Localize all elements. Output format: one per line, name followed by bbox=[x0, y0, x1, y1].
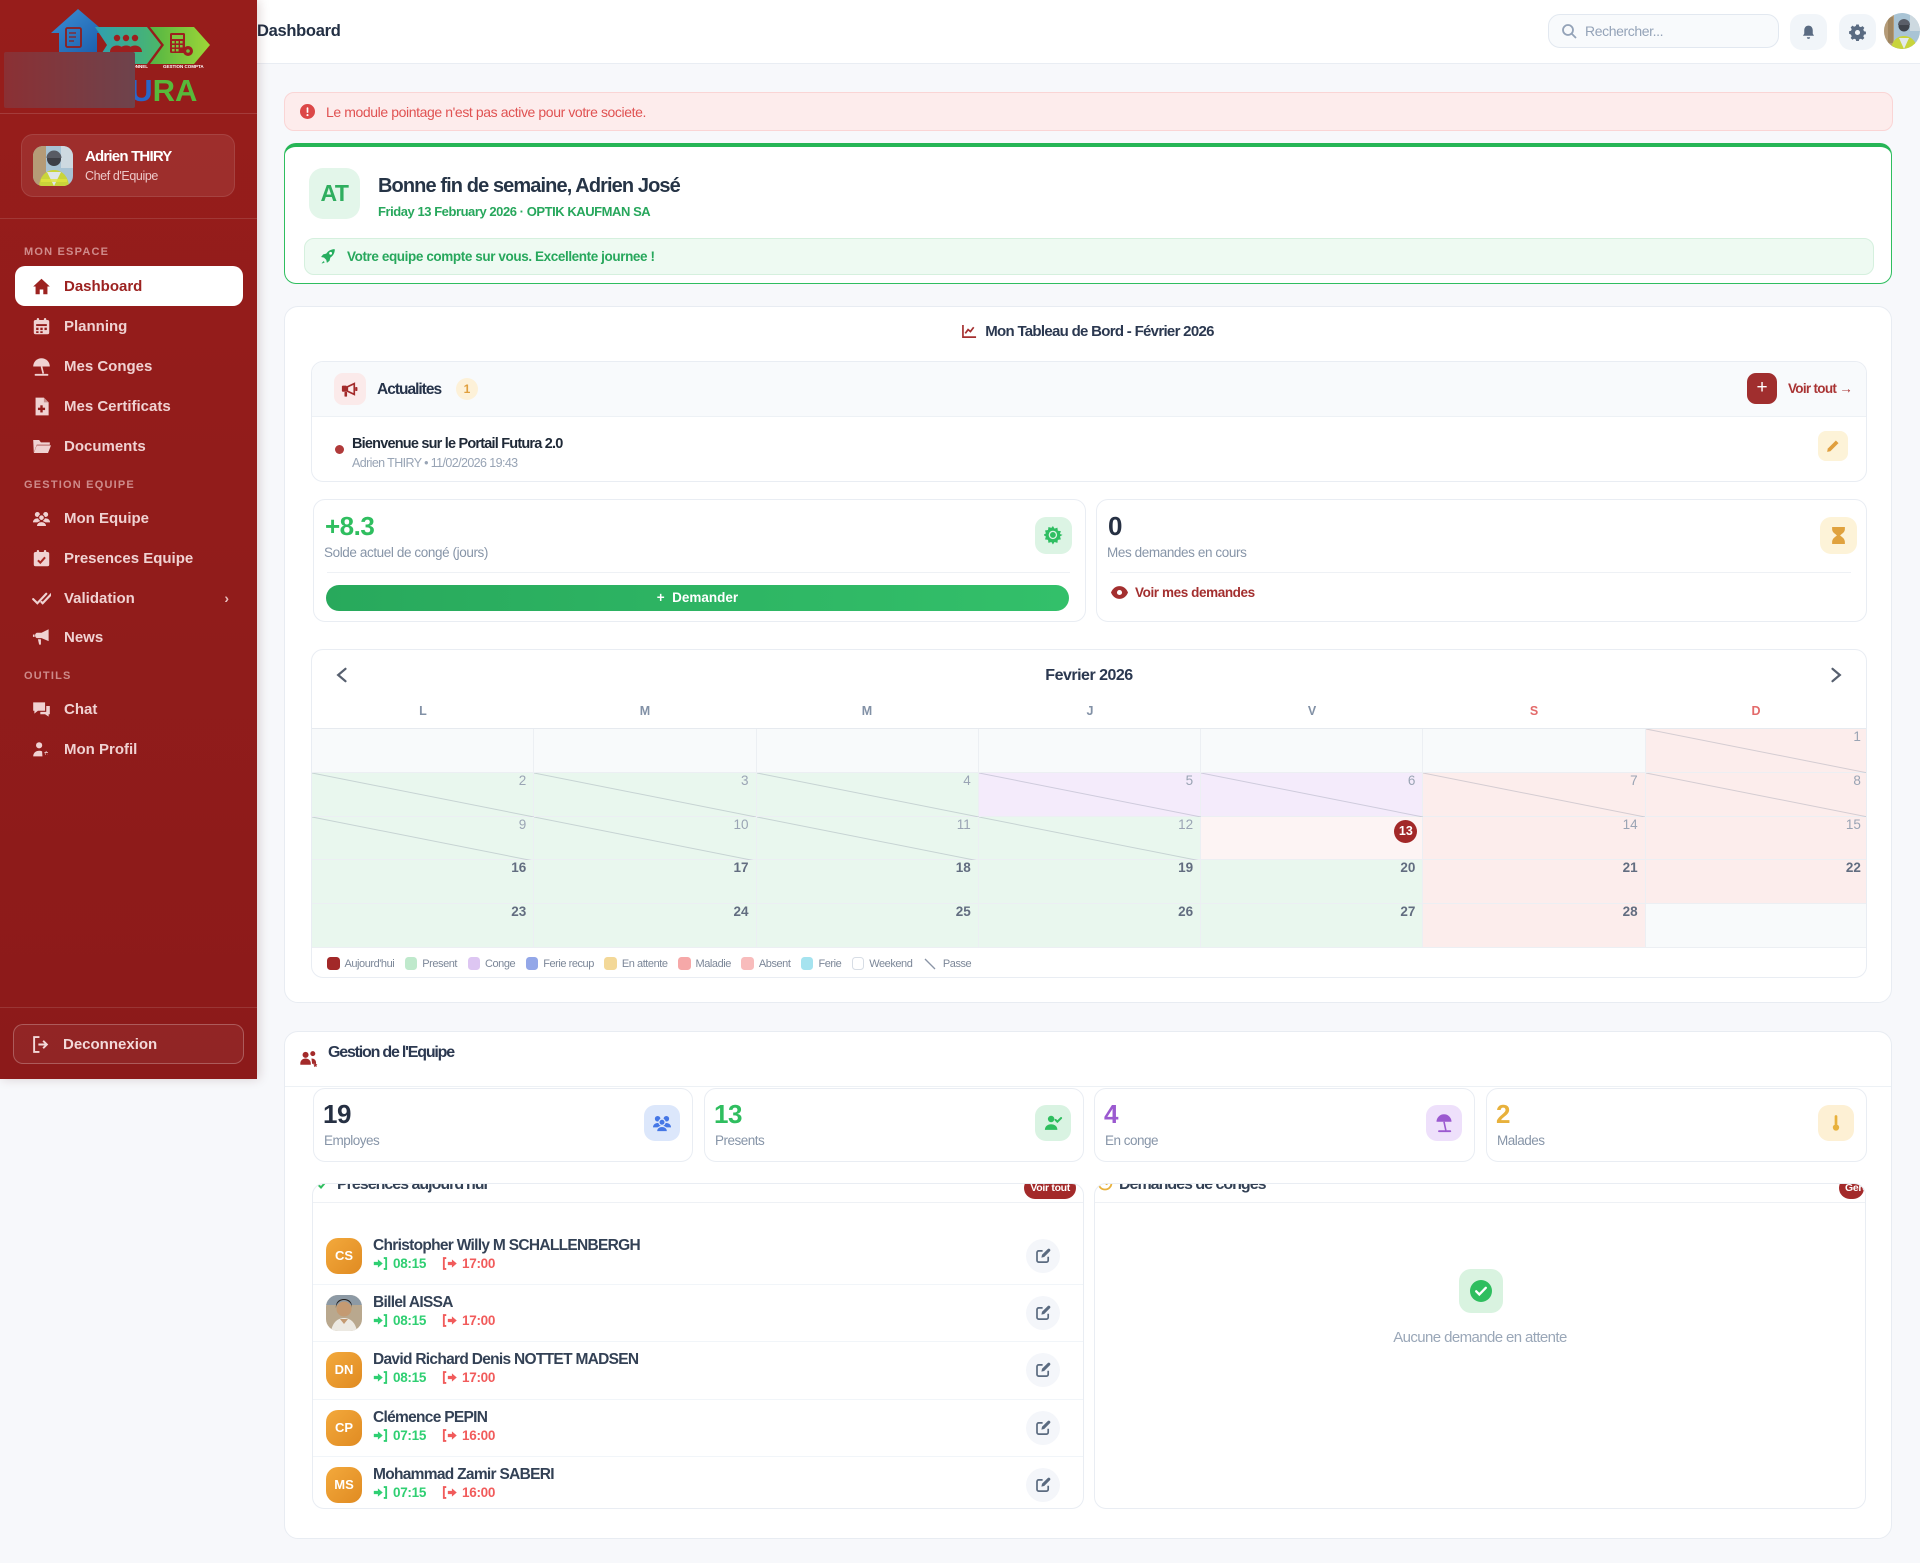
svg-text:GESTION COMPTA: GESTION COMPTA bbox=[163, 64, 204, 69]
